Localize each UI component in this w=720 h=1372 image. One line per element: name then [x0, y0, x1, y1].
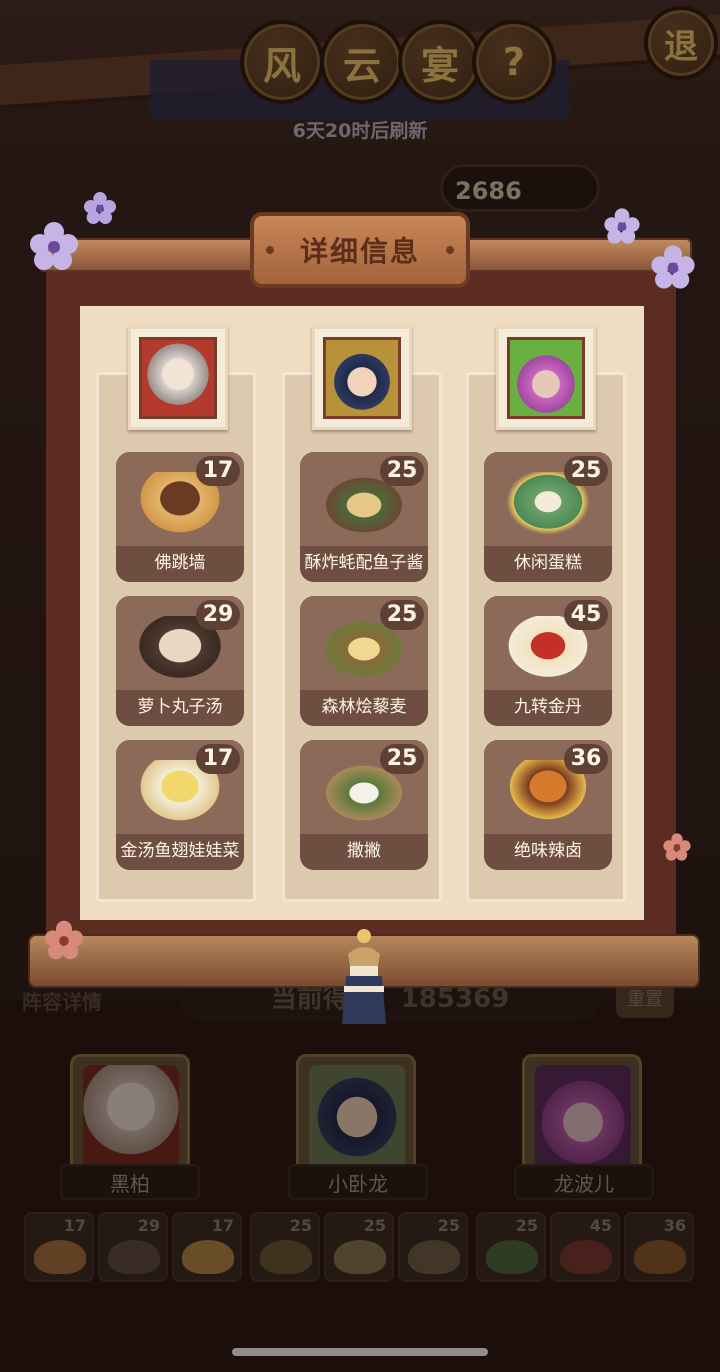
dish-card[interactable]: 36 绝味辣卤	[484, 740, 612, 870]
nail-icon	[446, 246, 454, 254]
dish-score-badge: 17	[196, 456, 240, 486]
dish-name: 撒撇	[300, 834, 428, 870]
tassel-icon	[342, 929, 386, 1024]
flower-icon	[30, 222, 78, 270]
character-avatar	[323, 337, 401, 419]
dish-card[interactable]: 25 森林烩藜麦	[300, 596, 428, 726]
character-avatar	[139, 337, 217, 419]
dish-card[interactable]: 25 撒撇	[300, 740, 428, 870]
dish-name: 佛跳墙	[116, 546, 244, 582]
dish-name: 休闲蛋糕	[484, 546, 612, 582]
panel-title: 详细信息	[299, 235, 420, 268]
dish-name: 九转金丹	[484, 690, 612, 726]
dish-name: 萝卜丸子汤	[116, 690, 244, 726]
dish-score-badge: 36	[564, 744, 608, 774]
character-avatar	[507, 337, 585, 419]
flower-icon	[604, 208, 640, 244]
dish-score-badge: 25	[380, 744, 424, 774]
flower-icon	[84, 192, 116, 224]
flower-icon	[44, 920, 84, 960]
character-portrait-3	[496, 326, 596, 430]
dish-card[interactable]: 45 九转金丹	[484, 596, 612, 726]
dish-name: 金汤鱼翅娃娃菜	[116, 834, 244, 870]
flower-icon	[651, 245, 695, 289]
flower-icon	[663, 833, 691, 861]
nail-icon	[266, 246, 274, 254]
panel-title-plate: 详细信息	[250, 212, 470, 288]
dish-card[interactable]: 25 休闲蛋糕	[484, 452, 612, 582]
dish-score-badge: 17	[196, 744, 240, 774]
dish-score-badge: 29	[196, 600, 240, 630]
dish-name: 酥炸蚝配鱼子酱	[300, 546, 428, 582]
dish-card[interactable]: 17 金汤鱼翅娃娃菜	[116, 740, 244, 870]
character-portrait-1	[128, 326, 228, 430]
dish-name: 绝味辣卤	[484, 834, 612, 870]
dish-score-badge: 25	[380, 456, 424, 486]
dish-card[interactable]: 25 酥炸蚝配鱼子酱	[300, 452, 428, 582]
dish-score-badge: 25	[380, 600, 424, 630]
dish-score-badge: 45	[564, 600, 608, 630]
dish-name: 森林烩藜麦	[300, 690, 428, 726]
dish-card[interactable]: 29 萝卜丸子汤	[116, 596, 244, 726]
dish-score-badge: 25	[564, 456, 608, 486]
dish-card[interactable]: 17 佛跳墙	[116, 452, 244, 582]
character-portrait-2	[312, 326, 412, 430]
